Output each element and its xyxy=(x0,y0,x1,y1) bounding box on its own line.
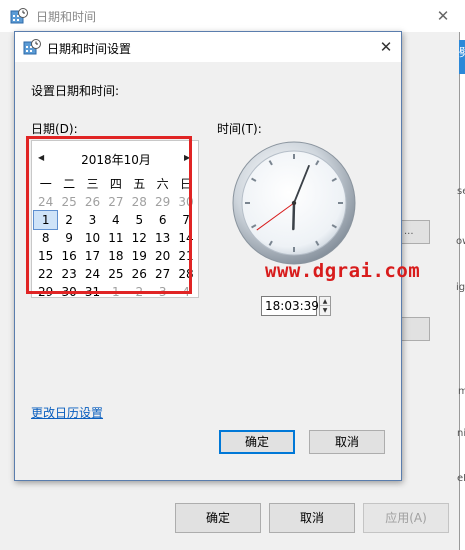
calendar-day[interactable]: 25 xyxy=(104,265,127,283)
weekday-label: 四 xyxy=(109,177,122,191)
dialog-cancel-button[interactable]: 取消 xyxy=(309,430,385,454)
calendar-day[interactable]: 11 xyxy=(104,229,127,247)
window-titlebar: 日期和时间 ✕ xyxy=(0,0,460,32)
change-calendar-settings-link[interactable]: 更改日历设置 xyxy=(31,404,103,421)
calendar-day[interactable]: 10 xyxy=(81,229,104,247)
calendar-day[interactable]: 9 xyxy=(57,229,80,247)
calendar-day[interactable]: 24 xyxy=(34,193,57,211)
datetime-app-icon xyxy=(10,8,28,24)
weekday-label: 日 xyxy=(180,177,193,191)
calendar-day[interactable]: 8 xyxy=(34,229,57,247)
calendar-day[interactable]: 27 xyxy=(151,265,174,283)
calendar-day[interactable]: 23 xyxy=(57,265,80,283)
calendar-day[interactable]: 3 xyxy=(151,283,174,301)
calendar-week-row: 22 23 24 25 26 27 28 xyxy=(34,265,198,283)
hour-hand xyxy=(292,201,296,231)
background-ellipsis: ... xyxy=(404,226,414,237)
background-window-edge xyxy=(461,0,465,550)
background-button xyxy=(398,317,430,341)
datetime-app-icon xyxy=(23,39,41,55)
time-label: 时间(T): xyxy=(217,122,262,136)
dialog-title: 日期和时间设置 xyxy=(47,42,132,56)
calendar-day[interactable]: 2 xyxy=(57,211,80,229)
calendar-month-label[interactable]: 2018年10月 xyxy=(32,151,200,168)
calendar-day[interactable]: 18 xyxy=(104,247,127,265)
calendar-day[interactable]: 30 xyxy=(57,283,80,301)
calendar-day[interactable]: 20 xyxy=(151,247,174,265)
calendar-week-row: 29 30 31 1 2 3 4 xyxy=(34,283,198,301)
edge-text: ni xyxy=(457,428,465,439)
calendar: ◀ 2018年10月 ▶ 一二三四五六日 24 25 26 27 28 29 30 1 2 3 4 5 6… xyxy=(31,140,200,301)
watermark-text: www.dgrai.com xyxy=(265,260,421,282)
calendar-day[interactable]: 30 xyxy=(174,193,197,211)
weekday-label: 一 xyxy=(39,177,52,191)
datetime-settings-dialog: 日期和时间设置 ✕ 设置日期和时间: 日期(D): 时间(T): ◀ 2018年… xyxy=(14,31,420,481)
background-button xyxy=(398,220,430,244)
calendar-day[interactable]: 17 xyxy=(81,247,104,265)
dialog-heading: 设置日期和时间: xyxy=(31,84,120,98)
calendar-day[interactable]: 15 xyxy=(34,247,57,265)
calendar-day[interactable]: 26 xyxy=(128,265,151,283)
calendar-day[interactable]: 31 xyxy=(81,283,104,301)
date-label: 日期(D): xyxy=(31,122,78,136)
next-month-icon[interactable]: ▶ xyxy=(184,153,190,162)
calendar-day[interactable]: 28 xyxy=(174,265,197,283)
calendar-day[interactable]: 3 xyxy=(81,211,104,229)
dialog-titlebar: 日期和时间设置 ✕ xyxy=(15,32,401,62)
dialog-ok-button[interactable]: 确定 xyxy=(219,430,295,454)
edge-text: 劈 xyxy=(459,46,465,59)
calendar-day[interactable]: 4 xyxy=(104,211,127,229)
calendar-day[interactable]: 4 xyxy=(174,283,197,301)
dialog-close-icon[interactable]: ✕ xyxy=(371,32,401,62)
calendar-day[interactable]: 1 xyxy=(32,210,59,230)
weekday-label: 五 xyxy=(133,177,146,191)
edge-text: se xyxy=(457,186,465,197)
spin-down-icon[interactable]: ▼ xyxy=(320,306,330,315)
calendar-day[interactable]: 6 xyxy=(151,211,174,229)
edge-text: eL xyxy=(457,473,465,484)
calendar-day[interactable]: 2 xyxy=(128,283,151,301)
calendar-day[interactable]: 29 xyxy=(151,193,174,211)
calendar-day[interactable]: 22 xyxy=(34,265,57,283)
calendar-day[interactable]: 12 xyxy=(128,229,151,247)
calendar-week-row: 8 9 10 11 12 13 14 xyxy=(34,229,198,247)
weekday-label: 三 xyxy=(86,177,99,191)
outer-cancel-button[interactable]: 取消 xyxy=(269,503,355,533)
calendar-week-row: 24 25 26 27 28 29 30 xyxy=(34,193,198,211)
calendar-day[interactable]: 16 xyxy=(57,247,80,265)
calendar-day[interactable]: 1 xyxy=(104,283,127,301)
edge-text: m xyxy=(458,386,465,397)
calendar-day[interactable]: 5 xyxy=(128,211,151,229)
window-close-icon[interactable]: ✕ xyxy=(428,2,458,30)
analog-clock xyxy=(232,141,356,265)
calendar-day[interactable]: 14 xyxy=(174,229,197,247)
edge-text: ow xyxy=(456,236,465,247)
calendar-grid: 一二三四五六日 24 25 26 27 28 29 30 1 2 3 4 5 6 7 8 9 10 11 12 13 14… xyxy=(32,175,198,301)
calendar-week-row: 15 16 17 18 19 20 21 xyxy=(34,247,198,265)
calendar-day[interactable]: 19 xyxy=(128,247,151,265)
calendar-day[interactable]: 21 xyxy=(174,247,197,265)
weekday-label: 六 xyxy=(156,177,169,191)
window-title: 日期和时间 xyxy=(36,10,97,24)
spin-up-icon[interactable]: ▲ xyxy=(320,297,330,306)
calendar-day[interactable]: 24 xyxy=(81,265,104,283)
time-input[interactable]: 18:03:39 xyxy=(261,296,319,316)
calendar-day[interactable]: 13 xyxy=(151,229,174,247)
edge-text: ig xyxy=(456,282,465,293)
calendar-week-row: 1234567 xyxy=(32,210,198,230)
time-spinner[interactable]: ▲ ▼ xyxy=(319,296,331,316)
weekday-header: 一二三四五六日 xyxy=(34,175,198,193)
calendar-day[interactable]: 26 xyxy=(81,193,104,211)
calendar-day[interactable]: 29 xyxy=(34,283,57,301)
calendar-day[interactable]: 25 xyxy=(57,193,80,211)
calendar-day[interactable]: 27 xyxy=(104,193,127,211)
outer-apply-button[interactable]: 应用(A) xyxy=(363,503,449,533)
calendar-day[interactable]: 28 xyxy=(128,193,151,211)
outer-ok-button[interactable]: 确定 xyxy=(175,503,261,533)
weekday-label: 二 xyxy=(63,177,76,191)
calendar-day[interactable]: 7 xyxy=(174,211,197,229)
